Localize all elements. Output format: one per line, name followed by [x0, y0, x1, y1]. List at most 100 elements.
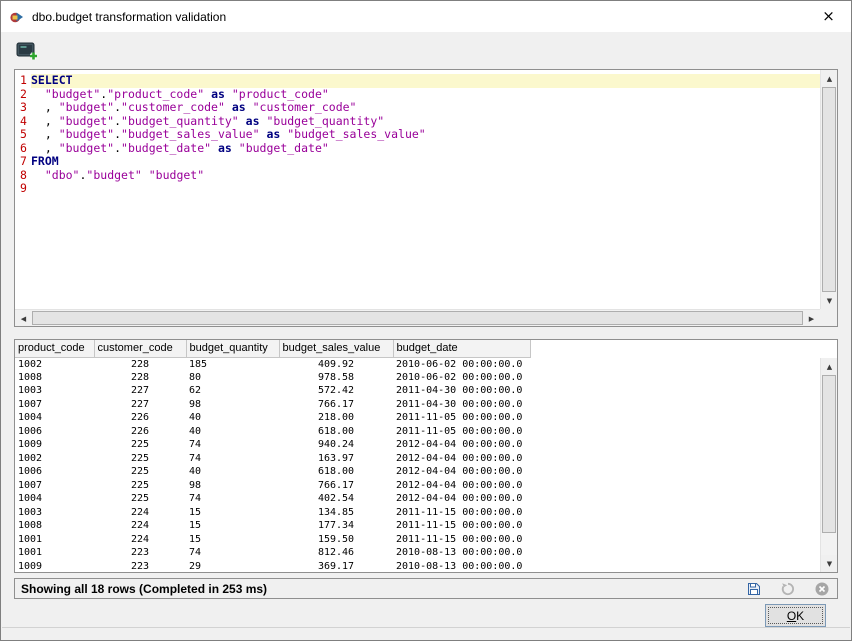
editor-line[interactable]: 6 , "budget"."budget_date" as "budget_da… [15, 142, 820, 156]
status-actions [745, 580, 831, 598]
cell: 98 [186, 398, 279, 412]
cell: 1001 [15, 533, 94, 547]
cell: 2011-11-15 00:00:00.0 [393, 519, 530, 533]
table-row[interactable]: 100622540618.002012-04-04 00:00:00.0 [15, 465, 530, 479]
cell: 1004 [15, 411, 94, 425]
column-header-product_code[interactable]: product_code [15, 340, 94, 357]
cell: 74 [186, 546, 279, 560]
table-row[interactable]: 100422640218.002011-11-05 00:00:00.0 [15, 411, 530, 425]
window-title: dbo.budget transformation validation [32, 10, 226, 24]
cell: 177.34 [279, 519, 393, 533]
arrow-down-icon: ▼ [827, 560, 832, 568]
ok-label: K [796, 609, 804, 623]
editor-line[interactable]: 8 "dbo"."budget" "budget" [15, 169, 820, 183]
table-row[interactable]: 100122374812.462010-08-13 00:00:00.0 [15, 546, 530, 560]
results-body: 1002228185409.922010-06-02 00:00:00.0100… [15, 357, 530, 573]
editor-vscrollbar[interactable]: ▲ ▼ [820, 70, 837, 309]
scroll-up-button[interactable]: ▲ [821, 70, 838, 87]
reload-button[interactable] [779, 580, 797, 598]
table-row[interactable]: 100822880978.582010-06-02 00:00:00.0 [15, 371, 530, 385]
table-row[interactable]: 100322762572.422011-04-30 00:00:00.0 [15, 384, 530, 398]
editor-line[interactable]: 9 [15, 182, 820, 196]
cell: 1009 [15, 560, 94, 574]
results-header-row: product_codecustomer_codebudget_quantity… [15, 340, 530, 357]
line-number: 8 [15, 169, 31, 183]
table-row[interactable]: 100322415134.852011-11-15 00:00:00.0 [15, 506, 530, 520]
line-number: 6 [15, 142, 31, 156]
table-row[interactable]: 100922574940.242012-04-04 00:00:00.0 [15, 438, 530, 452]
code-text: "dbo"."budget" "budget" [31, 169, 820, 183]
cell: 2011-11-15 00:00:00.0 [393, 506, 530, 520]
editor-content[interactable]: 1SELECT2 "budget"."product_code" as "pro… [15, 70, 820, 309]
hscroll-thumb[interactable] [32, 311, 803, 325]
editor-line[interactable]: 5 , "budget"."budget_sales_value" as "bu… [15, 128, 820, 142]
column-header-budget_quantity[interactable]: budget_quantity [186, 340, 279, 357]
table-row[interactable]: 100722598766.172012-04-04 00:00:00.0 [15, 479, 530, 493]
title-bar[interactable]: dbo.budget transformation validation × [1, 1, 851, 32]
editor-line[interactable]: 3 , "budget"."customer_code" as "custome… [15, 101, 820, 115]
scroll-down-button[interactable]: ▼ [821, 555, 838, 572]
cancel-button[interactable] [813, 580, 831, 598]
bottom-strip [2, 627, 850, 639]
cell: 29 [186, 560, 279, 574]
app-icon [9, 9, 25, 25]
vscroll-thumb[interactable] [822, 375, 836, 533]
cell: 225 [94, 438, 186, 452]
cell: 40 [186, 425, 279, 439]
cell: 1008 [15, 519, 94, 533]
scroll-right-button[interactable]: ▶ [803, 310, 820, 327]
cell: 226 [94, 425, 186, 439]
cell: 2010-06-02 00:00:00.0 [393, 357, 530, 371]
save-results-button[interactable] [745, 580, 763, 598]
cell: 978.58 [279, 371, 393, 385]
column-header-customer_code[interactable]: customer_code [94, 340, 186, 357]
ok-button[interactable]: OK [765, 604, 826, 627]
table-row[interactable]: 100822415177.342011-11-15 00:00:00.0 [15, 519, 530, 533]
cell: 15 [186, 533, 279, 547]
cell: 1002 [15, 452, 94, 466]
cell: 228 [94, 357, 186, 371]
table-row[interactable]: 100422574402.542012-04-04 00:00:00.0 [15, 492, 530, 506]
editor-line[interactable]: 2 "budget"."product_code" as "product_co… [15, 88, 820, 102]
cell: 223 [94, 560, 186, 574]
cell: 572.42 [279, 384, 393, 398]
table-row[interactable]: 1002228185409.922010-06-02 00:00:00.0 [15, 357, 530, 371]
editor-line[interactable]: 1SELECT [15, 74, 820, 88]
line-number: 4 [15, 115, 31, 129]
save-icon [746, 581, 762, 597]
column-header-budget_date[interactable]: budget_date [393, 340, 530, 357]
cell: 15 [186, 519, 279, 533]
table-row[interactable]: 100722798766.172011-04-30 00:00:00.0 [15, 398, 530, 412]
code-text: , "budget"."customer_code" as "customer_… [31, 101, 820, 115]
scroll-left-button[interactable]: ◀ [15, 310, 32, 327]
sql-console-button[interactable] [14, 40, 42, 64]
table-row[interactable]: 100122415159.502011-11-15 00:00:00.0 [15, 533, 530, 547]
editor-line[interactable]: 7FROM [15, 155, 820, 169]
column-header-budget_sales_value[interactable]: budget_sales_value [279, 340, 393, 357]
table-row[interactable]: 100922329369.172010-08-13 00:00:00.0 [15, 560, 530, 574]
cell: 1003 [15, 506, 94, 520]
cell: 224 [94, 533, 186, 547]
close-button[interactable]: × [806, 1, 851, 32]
cell: 62 [186, 384, 279, 398]
editor-hscrollbar[interactable]: ◀ ▶ [15, 309, 820, 326]
cell: 159.50 [279, 533, 393, 547]
editor-line[interactable]: 4 , "budget"."budget_quantity" as "budge… [15, 115, 820, 129]
cell: 74 [186, 452, 279, 466]
footer: OK [14, 599, 838, 629]
cell: 223 [94, 546, 186, 560]
table-row[interactable]: 100622640618.002011-11-05 00:00:00.0 [15, 425, 530, 439]
line-number: 2 [15, 88, 31, 102]
cell: 227 [94, 398, 186, 412]
cell: 226 [94, 411, 186, 425]
cell: 2012-04-04 00:00:00.0 [393, 452, 530, 466]
cell: 224 [94, 519, 186, 533]
cell: 225 [94, 479, 186, 493]
cell: 402.54 [279, 492, 393, 506]
table-row[interactable]: 100222574163.972012-04-04 00:00:00.0 [15, 452, 530, 466]
table-vscrollbar[interactable]: ▲ ▼ [820, 358, 837, 572]
scroll-up-button[interactable]: ▲ [821, 358, 838, 375]
scroll-down-button[interactable]: ▼ [821, 292, 838, 309]
vscroll-thumb[interactable] [822, 87, 836, 292]
line-number: 9 [15, 182, 31, 196]
